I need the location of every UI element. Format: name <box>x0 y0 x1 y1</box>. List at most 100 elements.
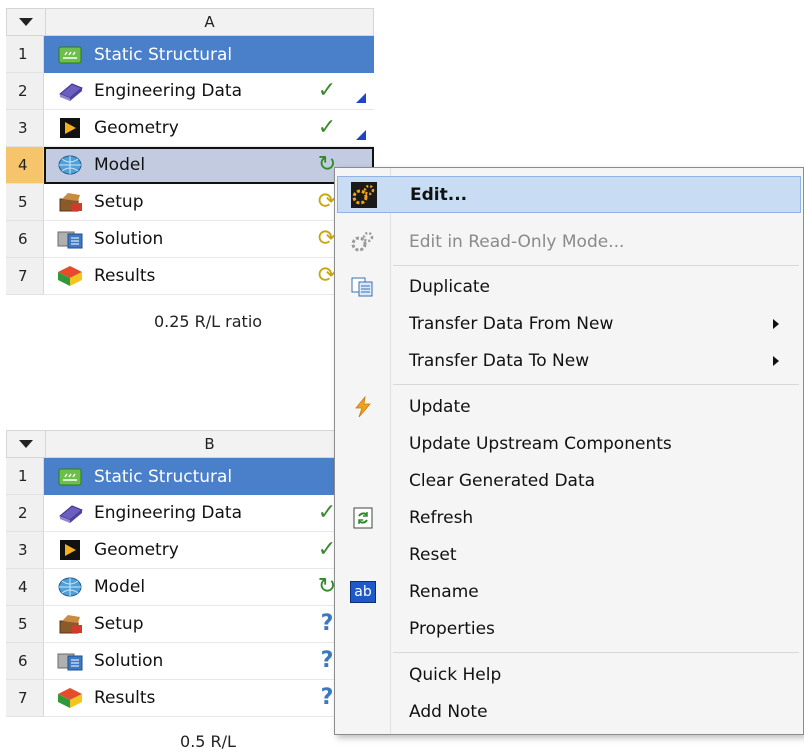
system-b-header: B <box>6 430 374 458</box>
menu-item-label: Clear Generated Data <box>409 470 596 491</box>
menu-separator <box>393 652 799 653</box>
rename-icon: ab <box>350 580 376 603</box>
system-a-row-3[interactable]: 3 Geometry ✓ <box>6 110 374 147</box>
system-b-row-1[interactable]: 1 Static Structural <box>6 458 374 495</box>
row-number: 6 <box>6 221 44 258</box>
system-a-row-1[interactable]: 1 Static Structural <box>6 36 374 73</box>
system-b-row-2[interactable]: 2 Engineering Data ✓ <box>6 495 374 532</box>
lightning-icon <box>355 395 371 417</box>
system-b-row-3[interactable]: 3 Geometry ✓ <box>6 532 374 569</box>
system-a-row-5[interactable]: 5 Setup ⟳ <box>6 184 374 221</box>
system-b-caption[interactable]: 0.5 R/L <box>78 732 338 751</box>
menu-item-label: Reset <box>409 544 457 565</box>
system-b-row-4[interactable]: 4 Model ↻ <box>6 569 374 606</box>
menu-item-properties[interactable]: Properties <box>337 610 801 647</box>
model-icon <box>58 155 82 175</box>
system-b-block: B 1 Static Structural 2 Engineering Data… <box>6 430 374 717</box>
system-a-block: A 1 Static Structural 2 Engineering Data… <box>6 8 374 295</box>
system-a-letter: A <box>204 13 215 31</box>
duplicate-icon <box>351 277 373 296</box>
static-structural-icon <box>58 46 82 63</box>
check-icon: ✓ <box>317 114 337 140</box>
row-number: 6 <box>6 643 44 680</box>
menu-item-duplicate[interactable]: Duplicate <box>337 268 801 305</box>
system-a-header: A <box>6 8 374 36</box>
menu-item-label: Rename <box>409 581 479 602</box>
row-number: 2 <box>6 73 44 110</box>
menu-item-label: Add Note <box>409 701 488 722</box>
gears-icon <box>351 181 377 208</box>
menu-item-add-note[interactable]: Add Note <box>337 693 801 730</box>
menu-item-transfer-from-new[interactable]: Transfer Data From New <box>337 305 801 342</box>
menu-item-label: Refresh <box>409 507 474 528</box>
system-b-row-7[interactable]: 7 Results ? <box>6 680 374 717</box>
model-icon <box>58 577 82 597</box>
check-icon: ✓ <box>317 77 337 103</box>
results-label: Results <box>94 266 156 286</box>
menu-item-label: Edit... <box>410 184 468 205</box>
engineering-data-label: Engineering Data <box>94 503 242 523</box>
submenu-arrow-icon <box>773 319 779 329</box>
context-menu: Edit... Edit in Read-Only Mode... Duplic… <box>334 167 804 735</box>
system-a-collapse-toggle[interactable] <box>7 9 46 35</box>
system-b-row-5[interactable]: 5 Setup ? <box>6 606 374 643</box>
row-number: 3 <box>6 110 44 147</box>
menu-separator <box>393 384 799 385</box>
system-b-row-6[interactable]: 6 Solution ? <box>6 643 374 680</box>
row-number: 7 <box>6 680 44 717</box>
menu-item-transfer-to-new[interactable]: Transfer Data To New <box>337 342 801 379</box>
menu-item-label: Duplicate <box>409 276 490 297</box>
setup-label: Setup <box>94 192 144 212</box>
menu-item-label: Transfer Data To New <box>409 350 590 371</box>
row-number: 3 <box>6 532 44 569</box>
menu-item-update-upstream[interactable]: Update Upstream Components <box>337 425 801 462</box>
system-b-title[interactable]: Static Structural <box>94 467 232 487</box>
system-b-collapse-toggle[interactable] <box>7 431 46 457</box>
menu-item-update[interactable]: Update <box>337 388 801 425</box>
system-a-title[interactable]: Static Structural <box>94 45 232 65</box>
results-label: Results <box>94 688 156 708</box>
row-number: 1 <box>6 36 44 73</box>
model-label: Model <box>94 155 146 175</box>
menu-separator <box>393 265 799 266</box>
static-structural-icon <box>58 468 82 485</box>
menu-item-label: Quick Help <box>409 664 502 685</box>
model-label: Model <box>94 577 146 597</box>
chevron-down-icon <box>19 18 33 26</box>
solution-icon <box>57 231 83 249</box>
menu-item-edit-read-only[interactable]: Edit in Read-Only Mode... <box>337 223 801 260</box>
menu-item-label: Properties <box>409 618 495 639</box>
menu-item-clear-generated-data[interactable]: Clear Generated Data <box>337 462 801 499</box>
menu-item-reset[interactable]: Reset <box>337 536 801 573</box>
geometry-icon <box>60 118 80 138</box>
setup-label: Setup <box>94 614 144 634</box>
chevron-down-icon <box>19 440 33 448</box>
menu-item-label: Update <box>409 396 471 417</box>
submenu-arrow-icon <box>773 356 779 366</box>
menu-item-quick-help[interactable]: Quick Help <box>337 656 801 693</box>
row-number: 4 <box>6 147 44 184</box>
connection-corner-icon[interactable] <box>356 130 366 140</box>
setup-icon <box>59 615 82 634</box>
row-number: 5 <box>6 606 44 643</box>
gears-disabled-icon <box>351 231 374 251</box>
menu-item-edit[interactable]: Edit... <box>337 176 801 213</box>
connection-corner-icon[interactable] <box>356 93 366 103</box>
results-icon <box>58 688 82 708</box>
system-a-row-2[interactable]: 2 Engineering Data ✓ <box>6 73 374 110</box>
engineering-data-icon <box>59 83 83 101</box>
row-number: 4 <box>6 569 44 606</box>
setup-icon <box>59 193 82 212</box>
row-number: 1 <box>6 458 44 495</box>
refresh-icon <box>353 507 373 528</box>
menu-item-rename[interactable]: ab Rename <box>337 573 801 610</box>
menu-item-label: Transfer Data From New <box>409 313 614 334</box>
geometry-label: Geometry <box>94 118 179 138</box>
menu-item-refresh[interactable]: Refresh <box>337 499 801 536</box>
engineering-data-label: Engineering Data <box>94 81 242 101</box>
system-a-row-4[interactable]: 4 Model ↻ <box>6 147 374 184</box>
system-a-row-6[interactable]: 6 Solution ⟳ <box>6 221 374 258</box>
system-a-row-7[interactable]: 7 Results ⟳ <box>6 258 374 295</box>
solution-icon <box>57 653 83 671</box>
system-a-caption[interactable]: 0.25 R/L ratio <box>78 312 338 331</box>
